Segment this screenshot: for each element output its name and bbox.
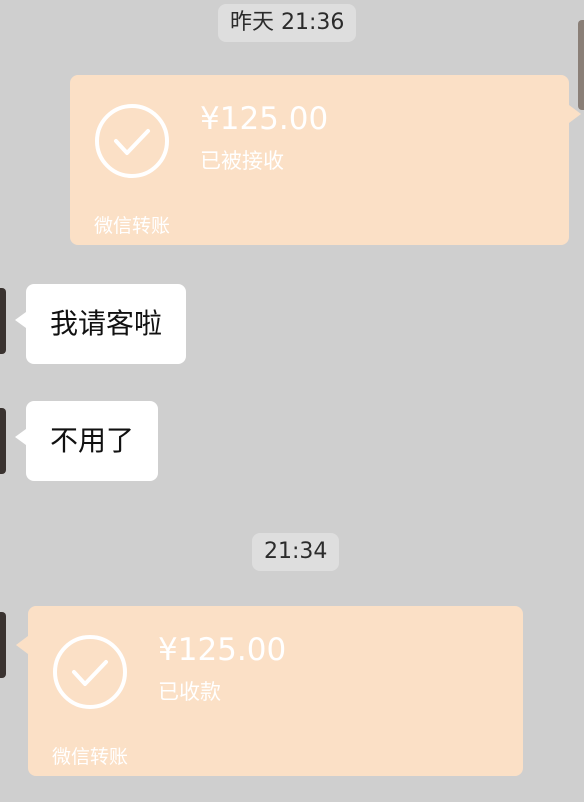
transfer-status: 已收款	[158, 680, 221, 704]
check-circle-icon	[95, 104, 169, 178]
transfer-card-received[interactable]: ¥125.00 已收款 微信转账	[16, 606, 523, 776]
timestamp: 21:34	[252, 533, 340, 571]
avatar-contact[interactable]	[0, 408, 6, 474]
avatar-self[interactable]	[578, 20, 584, 110]
transfer-footer-label: 微信转账	[52, 746, 129, 768]
transfer-amount: ¥125.00	[200, 101, 329, 137]
avatar-contact[interactable]	[0, 288, 6, 354]
transfer-footer-label: 微信转账	[94, 215, 171, 237]
transfer-amount: ¥125.00	[158, 632, 287, 668]
timestamp-yesterday: 昨天 21:36	[218, 4, 357, 42]
message-bubble[interactable]: 不用了	[14, 401, 159, 481]
check-circle-icon	[53, 635, 127, 709]
transfer-card-sent[interactable]: ¥125.00 已被接收 微信转账	[70, 75, 581, 245]
message-bubble[interactable]: 我请客啦	[14, 284, 187, 364]
transfer-status: 已被接收	[200, 149, 284, 173]
avatar-contact[interactable]	[0, 612, 6, 678]
